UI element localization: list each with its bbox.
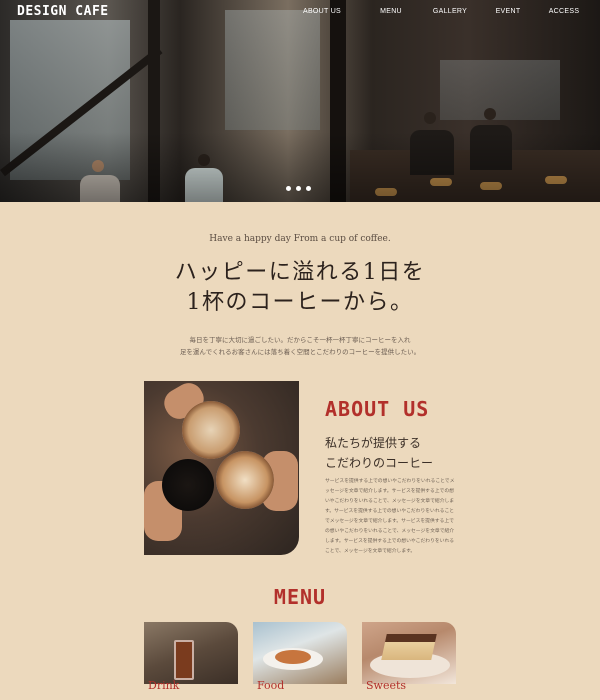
menu-card-label: Drink [148,679,180,692]
about-subtitle-line-2: こだわりのコーヒー [325,456,434,470]
about-photo [144,381,299,555]
glass-drink [174,640,194,680]
menu-card-food[interactable]: Food [253,622,347,700]
menu-card-label: Sweets [366,679,407,692]
slider-dots [286,186,311,191]
menu-card-drink[interactable]: Drink [144,622,238,700]
nav-about-us[interactable]: ABOUT US [294,0,350,24]
headline-line-1: ハッピーに溢れる1日を [174,260,426,285]
cheesecake [381,634,437,660]
sweets-image [362,622,456,684]
main-nav: ABOUT US MENU GALLERY EVENT ACCESS [294,0,600,24]
food-image [253,622,347,684]
window-right [440,60,560,120]
menu-card-sweets[interactable]: Sweets [362,622,456,700]
latte-cup [216,451,274,509]
intro-description: 毎日を丁寧に大切に過ごしたい。だからこそ一杯一杯丁寧にコーヒーを入れ 足を運んで… [0,334,600,358]
about-title: ABOUT US [325,397,430,421]
hero-banner: DESIGN CAFE ABOUT US MENU GALLERY EVENT … [0,0,600,202]
drink-image [144,622,238,684]
window-center [225,10,320,130]
intro-tagline: Have a happy day From a cup of coffee. [209,234,391,244]
nav-gallery[interactable]: GALLERY [430,0,470,24]
pasta [275,650,311,664]
nav-access[interactable]: ACCESS [546,0,582,24]
hero-person-head [484,108,496,120]
intro-headline: ハッピーに溢れる1日を 1杯のコーヒーから。 [0,258,600,318]
menu-title: MENU [273,585,327,609]
hero-shade [0,132,600,202]
description-line-1: 毎日を丁寧に大切に過ごしたい。だからこそ一杯一杯丁寧にコーヒーを入れ [189,336,411,344]
nav-menu[interactable]: MENU [370,0,412,24]
slider-dot[interactable] [286,186,291,191]
intro-section: Have a happy day From a cup of coffee. ハ… [0,234,600,358]
menu-card-label: Food [257,679,285,692]
about-subtitle: 私たちが提供する こだわりのコーヒー [325,433,433,473]
slider-dot[interactable] [296,186,301,191]
about-subtitle-line-1: 私たちが提供する [325,436,422,450]
nav-event[interactable]: EVENT [494,0,522,24]
hero-person-head [424,112,436,124]
menu-cards: Drink Food Sweets [144,622,456,700]
site-logo[interactable]: DESIGN CAFE [17,4,109,19]
headline-line-2: 1杯のコーヒーから。 [186,290,414,315]
latte-cup [182,401,240,459]
black-coffee-cup [162,459,214,511]
about-body: サービスを提供する上での想いやこだわりをいれることでメッセージを文章で紹介します… [325,479,455,554]
description-line-2: 足を運んでくれるお客さんには落ち着く空間とこだわりのコーヒーを提供したい。 [179,348,421,356]
slider-dot[interactable] [306,186,311,191]
about-section: ABOUT US 私たちが提供する こだわりのコーヒー サービスを提供する上での… [144,381,464,556]
